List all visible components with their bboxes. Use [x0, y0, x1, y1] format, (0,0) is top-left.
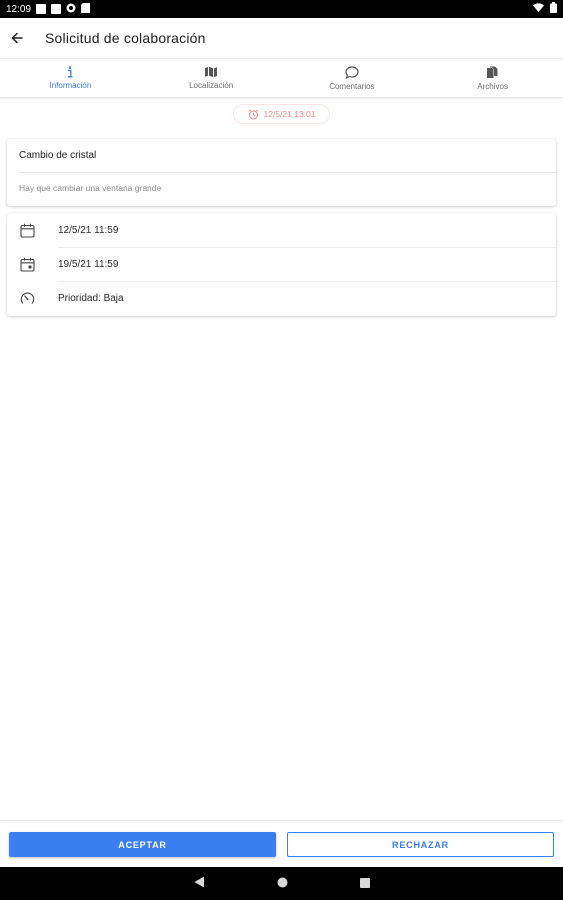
start-date: 12/5/21 11:59 — [58, 224, 119, 236]
circle-home-icon — [277, 877, 287, 887]
date-chip: 12/5/21 13:01 — [233, 104, 330, 124]
priority-row: Prioridad: Baja — [7, 281, 556, 315]
details-card: 12/5/21 11:59 19/5/21 11:59 Prioridad: B… — [7, 213, 556, 316]
request-description: Hay que cambiar una ventana grande — [19, 183, 162, 193]
square-recents-icon — [359, 877, 370, 888]
status-time: 12:09 — [6, 3, 32, 15]
request-title: Cambio de cristal — [19, 150, 97, 161]
tab-localizacion[interactable]: Localización — [141, 59, 282, 97]
tab-informacion[interactable]: Información — [0, 59, 141, 97]
speedometer-icon — [20, 292, 34, 304]
status-bar: 12:09 — [0, 0, 563, 18]
arrow-back-icon — [11, 32, 23, 44]
notification-icon — [36, 4, 47, 14]
files-icon — [487, 66, 498, 78]
tab-archivos[interactable]: Archivos — [422, 59, 563, 97]
back-button[interactable] — [0, 18, 34, 58]
system-nav-bar — [0, 867, 563, 900]
sd-card-icon — [81, 2, 91, 16]
tab-label: Archivos — [477, 81, 508, 91]
tab-label: Localización — [189, 81, 234, 90]
end-date-row: 19/5/21 11:59 — [7, 247, 556, 281]
tab-comentarios[interactable]: Comentarios — [282, 59, 423, 97]
priority: Prioridad: Baja — [58, 292, 124, 304]
map-icon — [205, 66, 218, 78]
reject-button[interactable]: RECHAZAR — [287, 832, 554, 857]
description-card: Cambio de cristal Hay que cambiar una ve… — [7, 139, 556, 206]
divider — [0, 820, 563, 821]
wifi-icon — [533, 3, 544, 15]
notification-icon — [51, 4, 62, 14]
app-bar: Solicitud de colaboración — [0, 18, 563, 58]
date-chip-text: 12/5/21 13:01 — [263, 109, 316, 119]
end-date: 19/5/21 11:59 — [58, 258, 119, 270]
page-title: Solicitud de colaboración — [45, 30, 206, 46]
comment-icon — [345, 65, 359, 79]
tab-label: Información — [49, 81, 92, 90]
calendar-end-icon — [19, 257, 35, 272]
battery-icon — [550, 2, 557, 16]
accept-button[interactable]: ACEPTAR — [9, 832, 276, 857]
divider — [19, 172, 556, 173]
triangle-back-icon — [194, 876, 204, 887]
nav-home-button[interactable] — [277, 875, 288, 893]
app-notification-icon — [66, 3, 76, 16]
tab-label: Comentarios — [329, 81, 375, 91]
alarm-icon — [248, 109, 258, 119]
nav-recents-button[interactable] — [359, 875, 370, 893]
start-date-row: 12/5/21 11:59 — [7, 213, 556, 247]
tab-bar: Información Localización Comentarios Arc… — [0, 58, 563, 98]
nav-back-button[interactable] — [194, 875, 205, 893]
calendar-icon — [19, 223, 35, 238]
info-icon — [68, 66, 73, 78]
